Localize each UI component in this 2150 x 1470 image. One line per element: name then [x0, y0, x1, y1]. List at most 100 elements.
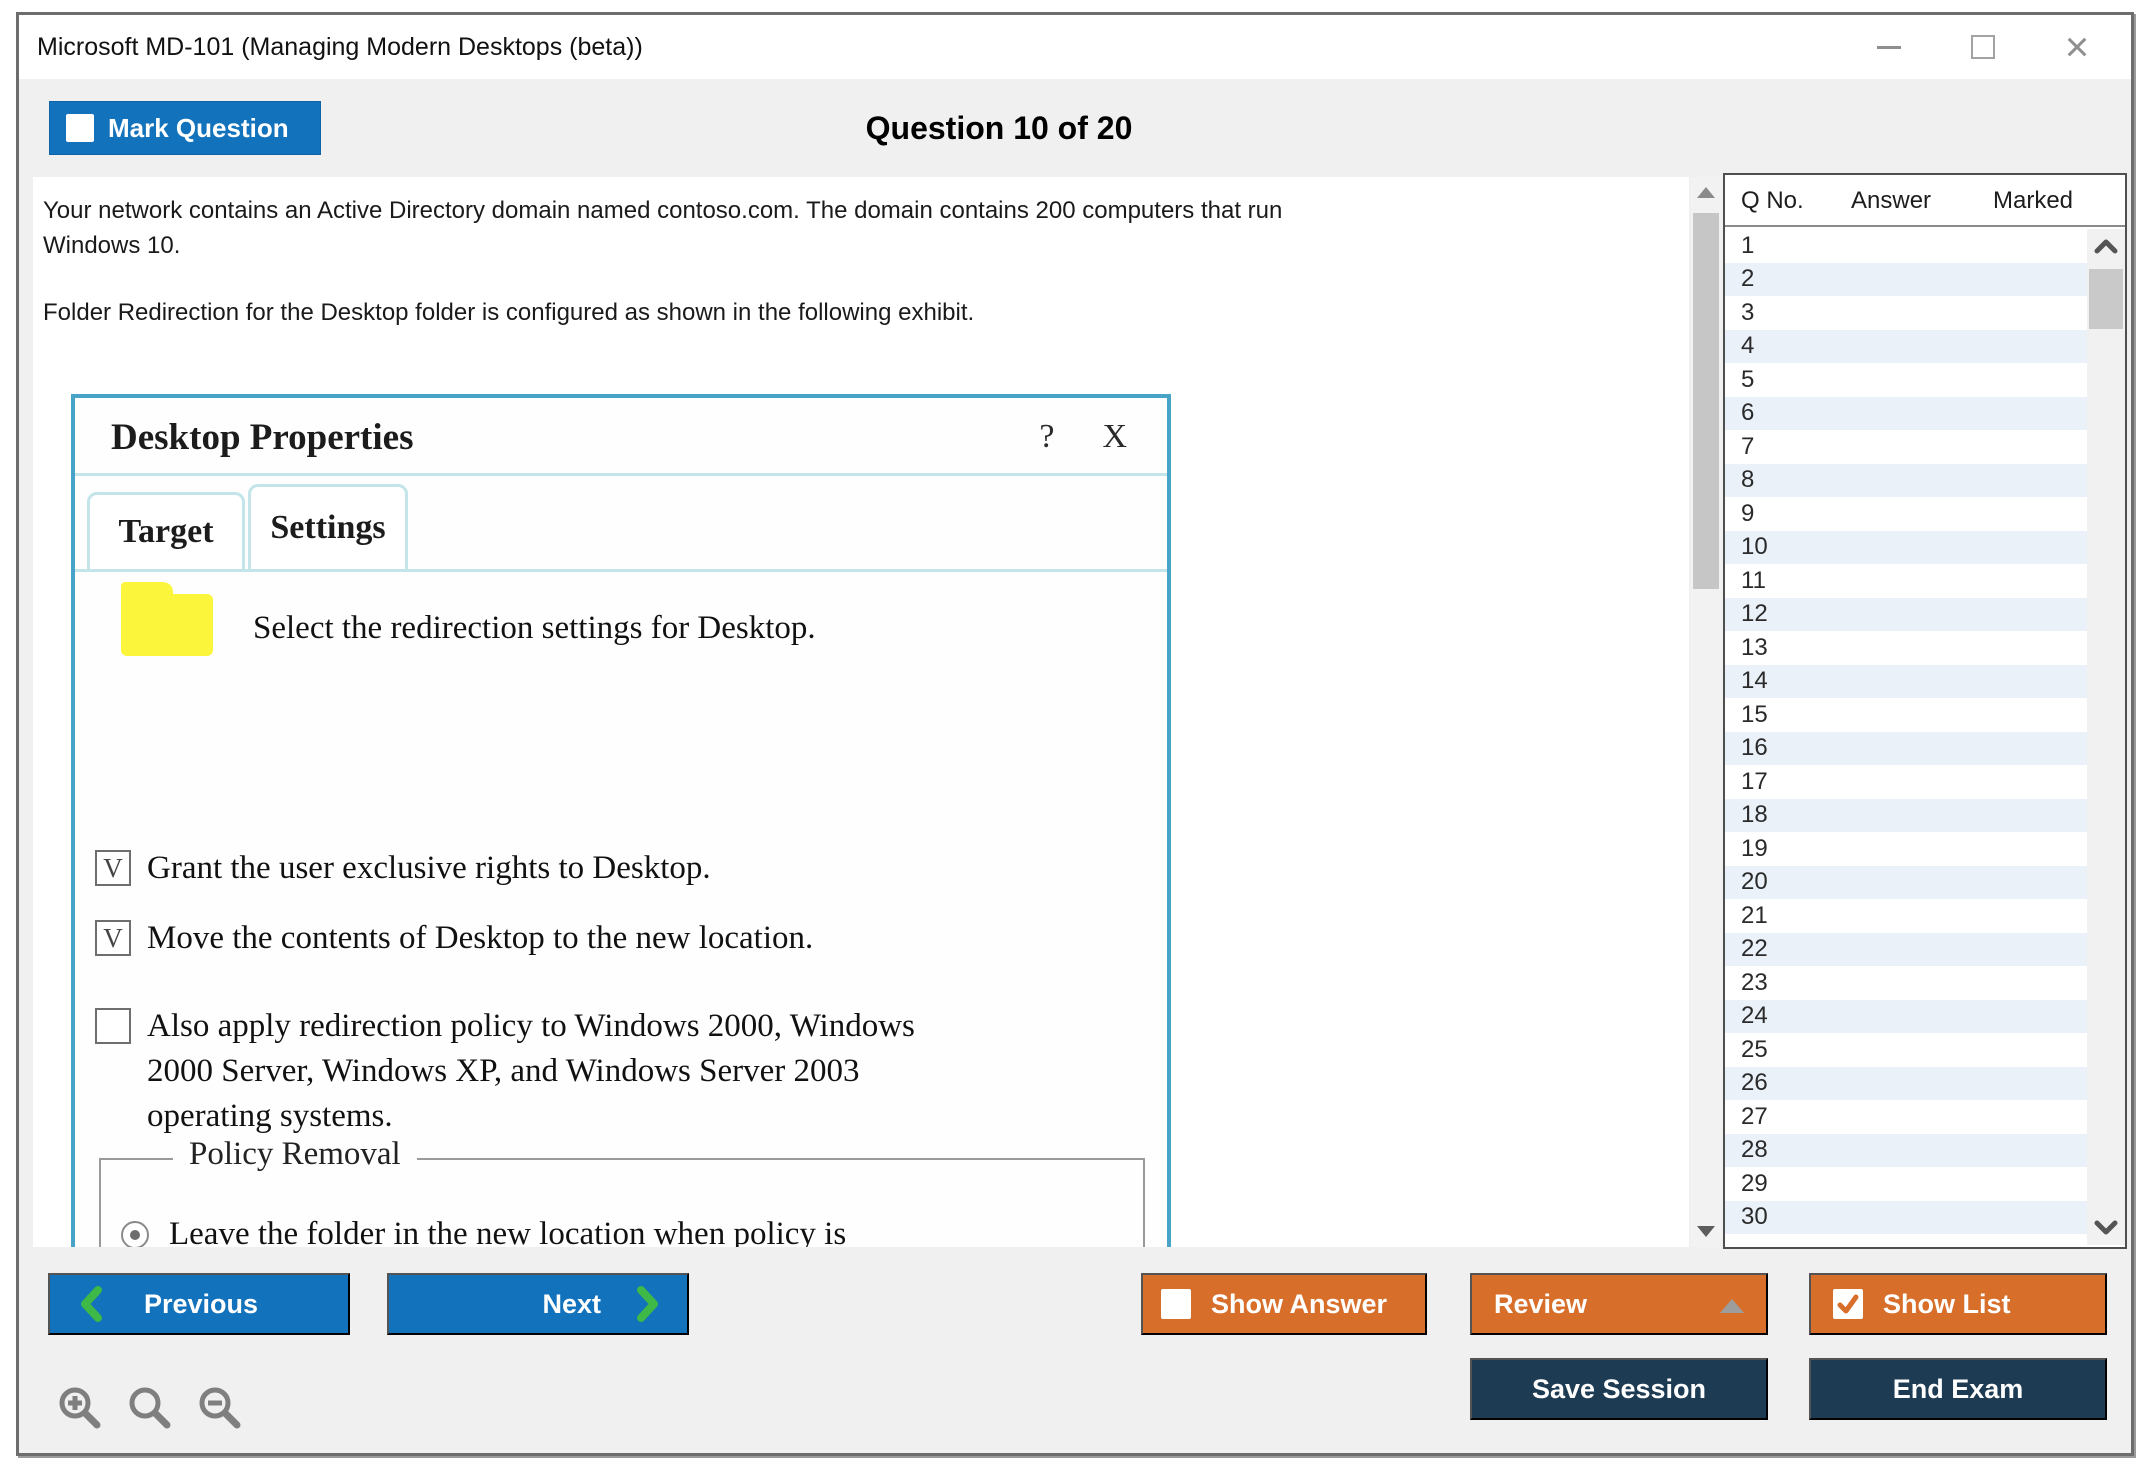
list-item[interactable]: 11 — [1725, 564, 2087, 598]
list-item[interactable]: 17 — [1725, 765, 2087, 799]
question-number: 14 — [1725, 667, 1768, 695]
tab-target: Target — [87, 492, 245, 572]
list-item[interactable]: 6 — [1725, 397, 2087, 431]
chevron-right-icon — [635, 1286, 661, 1322]
list-item[interactable]: 30 — [1725, 1201, 2087, 1235]
list-item[interactable]: 27 — [1725, 1100, 2087, 1134]
list-item[interactable]: 20 — [1725, 866, 2087, 900]
list-item[interactable]: 29 — [1725, 1167, 2087, 1201]
show-list-checkbox[interactable] — [1833, 1289, 1863, 1319]
list-item[interactable]: 24 — [1725, 1000, 2087, 1034]
list-item[interactable]: 15 — [1725, 698, 2087, 732]
list-item[interactable]: 28 — [1725, 1134, 2087, 1168]
sidebar-scroll-down-icon[interactable] — [2093, 1217, 2119, 1237]
end-exam-button[interactable]: End Exam — [1809, 1358, 2107, 1420]
show-list-label: Show List — [1883, 1289, 2011, 1320]
exhibit-title: Desktop Properties — [111, 416, 413, 459]
chevron-left-icon — [78, 1286, 104, 1322]
show-list-button[interactable]: Show List — [1809, 1273, 2107, 1335]
next-button[interactable]: Next — [387, 1273, 689, 1335]
checkbox-move-contents-icon: V — [95, 920, 131, 956]
list-item[interactable]: 2 — [1725, 263, 2087, 297]
app-window: Microsoft MD-101 (Managing Modern Deskto… — [16, 12, 2134, 1456]
zoom-controls — [55, 1383, 245, 1433]
list-item[interactable]: 3 — [1725, 296, 2087, 330]
list-item[interactable]: 19 — [1725, 832, 2087, 866]
policy-removal-group: Policy Removal Leave the folder in the n… — [99, 1158, 1145, 1247]
previous-button[interactable]: Previous — [48, 1273, 350, 1335]
question-list-header: Q No. Answer Marked — [1725, 175, 2125, 227]
list-item[interactable]: 14 — [1725, 665, 2087, 699]
scroll-up-icon[interactable] — [1697, 187, 1715, 198]
main-scrollbar-thumb[interactable] — [1693, 213, 1719, 589]
exhibit-checkbox-row: V Move the contents of Desktop to the ne… — [95, 916, 813, 961]
review-caret-icon — [1720, 1299, 1744, 1313]
maximize-icon — [1971, 35, 1995, 59]
list-item[interactable]: 22 — [1725, 933, 2087, 967]
show-answer-checkbox[interactable] — [1161, 1289, 1191, 1319]
sidebar-scroll-up-icon[interactable] — [2093, 237, 2119, 257]
window-controls: × — [1871, 29, 2095, 65]
list-item[interactable]: 21 — [1725, 899, 2087, 933]
save-session-label: Save Session — [1532, 1374, 1706, 1405]
scroll-down-icon[interactable] — [1697, 1226, 1715, 1237]
list-item[interactable]: 25 — [1725, 1033, 2087, 1067]
policy-removal-radio-row: Leave the folder in the new location whe… — [121, 1212, 846, 1247]
minimize-icon — [1877, 46, 1901, 49]
exhibit-help-icon: ? — [1039, 418, 1054, 456]
question-number: 3 — [1725, 299, 1754, 327]
sidebar-scrollbar-thumb[interactable] — [2089, 269, 2123, 329]
list-item[interactable]: 9 — [1725, 497, 2087, 531]
show-answer-label: Show Answer — [1211, 1289, 1387, 1320]
list-item[interactable]: 12 — [1725, 598, 2087, 632]
radio-selected-icon — [121, 1221, 149, 1248]
question-panel: Your network contains an Active Director… — [33, 177, 1689, 1247]
question-number: 27 — [1725, 1103, 1768, 1131]
list-item[interactable]: 18 — [1725, 799, 2087, 833]
column-marked: Marked — [1993, 187, 2073, 215]
checkbox-grant-exclusive-icon: V — [95, 850, 131, 886]
show-answer-button[interactable]: Show Answer — [1141, 1273, 1427, 1335]
column-answer: Answer — [1851, 187, 1931, 215]
review-button[interactable]: Review — [1470, 1273, 1768, 1335]
sidebar-scrollbar[interactable] — [2087, 229, 2125, 1245]
policy-removal-legend: Policy Removal — [173, 1136, 417, 1173]
zoom-in-icon[interactable] — [55, 1383, 105, 1433]
exhibit-checkbox-row: Also apply redirection policy to Windows… — [95, 1004, 915, 1139]
maximize-button[interactable] — [1965, 29, 2001, 65]
question-number: 4 — [1725, 332, 1754, 360]
list-item[interactable]: 16 — [1725, 732, 2087, 766]
minimize-button[interactable] — [1871, 29, 1907, 65]
question-number: 18 — [1725, 801, 1768, 829]
list-item[interactable]: 10 — [1725, 531, 2087, 565]
list-item[interactable]: 5 — [1725, 363, 2087, 397]
main-scrollbar[interactable] — [1691, 177, 1721, 1247]
question-list-panel: Q No. Answer Marked 12345678910111213141… — [1723, 173, 2127, 1249]
tab-settings: Settings — [248, 484, 408, 572]
radio-label: Leave the folder in the new location whe… — [169, 1212, 846, 1247]
list-item[interactable]: 8 — [1725, 464, 2087, 498]
list-item[interactable]: 23 — [1725, 966, 2087, 1000]
list-item[interactable]: 1 — [1725, 229, 2087, 263]
save-session-button[interactable]: Save Session — [1470, 1358, 1768, 1420]
list-item[interactable]: 13 — [1725, 631, 2087, 665]
column-qno: Q No. — [1741, 187, 1804, 215]
list-item[interactable]: 4 — [1725, 330, 2087, 364]
next-label: Next — [542, 1289, 601, 1320]
question-paragraph-2: Folder Redirection for the Desktop folde… — [43, 295, 1663, 330]
review-label: Review — [1494, 1289, 1587, 1320]
question-number: 25 — [1725, 1036, 1768, 1064]
window-title: Microsoft MD-101 (Managing Modern Deskto… — [37, 33, 643, 62]
end-exam-label: End Exam — [1893, 1374, 2024, 1405]
list-item[interactable]: 26 — [1725, 1067, 2087, 1101]
question-number: 17 — [1725, 768, 1768, 796]
exhibit-title-bar: Desktop Properties ? X — [75, 398, 1167, 476]
zoom-out-icon[interactable] — [195, 1383, 245, 1433]
list-item[interactable]: 7 — [1725, 430, 2087, 464]
question-list-rows: 1234567891011121314151617181920212223242… — [1725, 229, 2087, 1245]
title-bar: Microsoft MD-101 (Managing Modern Deskto… — [19, 15, 2131, 79]
zoom-reset-icon[interactable] — [125, 1383, 175, 1433]
close-button[interactable]: × — [2059, 29, 2095, 65]
question-number: 26 — [1725, 1069, 1768, 1097]
question-number: 20 — [1725, 868, 1768, 896]
